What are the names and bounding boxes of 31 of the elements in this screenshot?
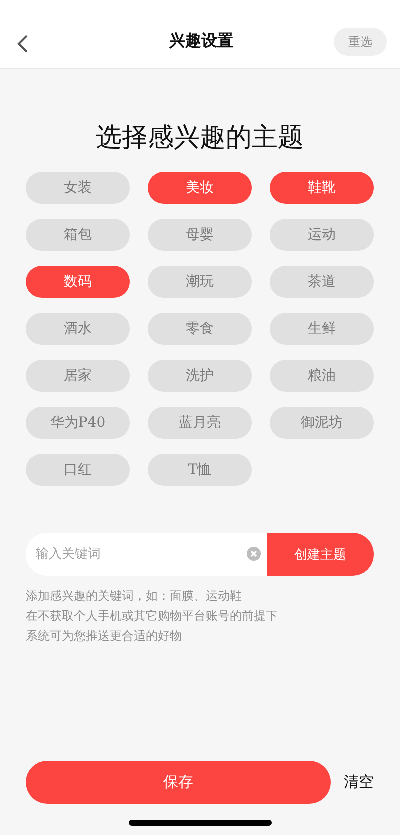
topic-tag[interactable]: 鞋靴 bbox=[270, 172, 374, 204]
topic-tag[interactable]: 洗护 bbox=[148, 360, 252, 392]
hint-text: 在不获取个人手机或其它购物平台账号的前提下 bbox=[26, 608, 279, 625]
topic-tag[interactable]: 酒水 bbox=[26, 313, 130, 345]
reset-button[interactable]: 重选 bbox=[334, 28, 387, 56]
topic-tag[interactable]: 生鲜 bbox=[270, 313, 374, 345]
topic-tag[interactable]: 运动 bbox=[270, 219, 374, 251]
topic-tag[interactable]: 数码 bbox=[26, 266, 130, 298]
topic-tag[interactable]: 华为P40 bbox=[26, 407, 130, 439]
hint-text: 系统可为您推送更合适的好物 bbox=[26, 628, 183, 645]
section-heading: 选择感兴趣的主题 bbox=[95, 122, 305, 155]
save-button[interactable]: 保存 bbox=[26, 761, 331, 804]
topic-tag[interactable]: 茶道 bbox=[270, 266, 374, 298]
topic-tag[interactable]: 零食 bbox=[148, 313, 252, 345]
topic-tag[interactable]: 居家 bbox=[26, 360, 130, 392]
topic-tag[interactable]: 女装 bbox=[26, 172, 130, 204]
topic-tag[interactable]: 粮油 bbox=[270, 360, 374, 392]
topic-tag[interactable]: 御泥坊 bbox=[270, 407, 374, 439]
create-topic-button[interactable]: 创建主题 bbox=[267, 533, 374, 576]
topic-tag[interactable]: 箱包 bbox=[26, 219, 130, 251]
back-icon[interactable] bbox=[17, 34, 29, 54]
topic-tag[interactable]: 潮玩 bbox=[148, 266, 252, 298]
clear-button[interactable]: 清空 bbox=[344, 773, 374, 792]
page-title: 兴趣设置 bbox=[170, 31, 234, 52]
topic-tag[interactable]: 口红 bbox=[26, 454, 130, 486]
topic-tag[interactable]: 蓝月亮 bbox=[148, 407, 252, 439]
keyword-field[interactable]: 输入关键词 bbox=[26, 533, 267, 576]
topic-tag[interactable]: T恤 bbox=[148, 454, 252, 486]
topic-tag[interactable]: 母婴 bbox=[148, 219, 252, 251]
hint-text: 添加感兴趣的关键词，如：面膜、运动鞋 bbox=[26, 588, 243, 605]
topic-tag[interactable]: 美妆 bbox=[148, 172, 252, 204]
